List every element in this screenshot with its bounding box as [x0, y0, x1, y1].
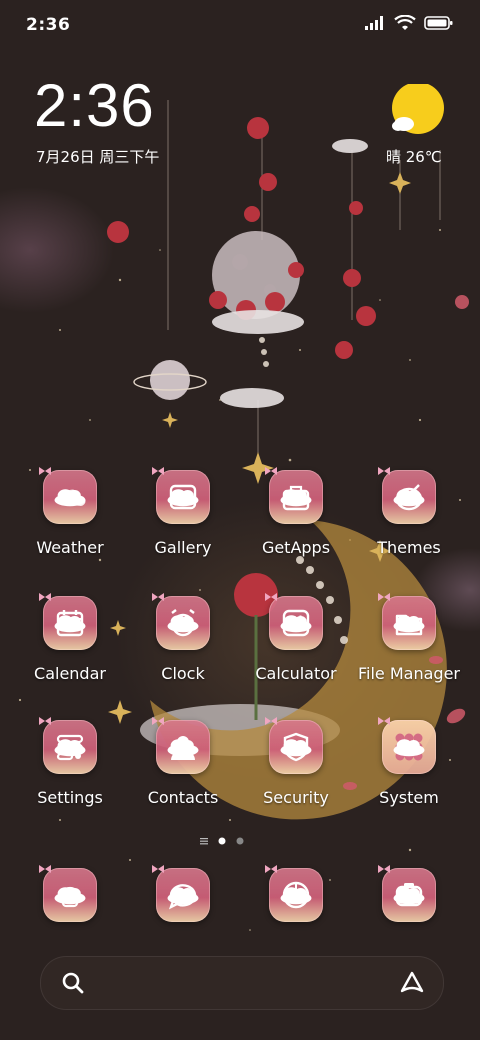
app-security[interactable]: Security: [240, 717, 352, 820]
app-file-manager[interactable]: File Manager: [353, 593, 465, 696]
status-bar: 2:36: [0, 0, 480, 50]
clock-widget-time[interactable]: 2:36: [34, 76, 155, 136]
system-app-icon[interactable]: [382, 720, 436, 774]
app-label: Settings: [37, 788, 103, 807]
cloud-decoration: [54, 739, 86, 757]
settings-app-icon[interactable]: [43, 720, 97, 774]
app-label: Gallery: [154, 538, 212, 557]
cloud-decoration: [280, 887, 312, 905]
page-indicator-menu-icon: [200, 830, 208, 849]
app-label: Weather: [36, 538, 104, 557]
bow-decoration: [265, 467, 277, 475]
getapps-app-icon[interactable]: [269, 470, 323, 524]
weather-text[interactable]: 晴 26℃: [386, 146, 442, 167]
cloud-decoration: [280, 615, 312, 633]
cloud-decoration: [393, 489, 425, 507]
dock-camera[interactable]: [353, 865, 465, 968]
cloud-decoration: [280, 489, 312, 507]
cloud-decoration: [167, 489, 199, 507]
battery-icon: [424, 16, 453, 30]
app-label: Security: [263, 788, 329, 807]
assistant-icon[interactable]: [399, 970, 425, 996]
app-contacts[interactable]: Contacts: [127, 717, 239, 820]
calendar-app-icon[interactable]: 6: [43, 596, 97, 650]
wifi-icon: [394, 15, 416, 30]
dock-app-icon[interactable]: [269, 868, 323, 922]
cloud-decoration: [393, 615, 425, 633]
bow-decoration: [152, 865, 164, 873]
bow-decoration: [39, 467, 51, 475]
status-icons: [364, 15, 454, 31]
dock-app-icon[interactable]: [382, 868, 436, 922]
bow-decoration: [152, 467, 164, 475]
cloud-decoration: [54, 489, 86, 507]
app-clock[interactable]: Clock: [127, 593, 239, 696]
app-weather[interactable]: clear·6 Weather: [14, 467, 126, 570]
cloud-decoration: [167, 887, 199, 905]
bow-decoration: [378, 593, 390, 601]
search-bar[interactable]: [40, 956, 444, 1010]
app-label: GetApps: [261, 538, 331, 557]
app-label: File Manager: [358, 664, 460, 683]
cloud-decoration: [167, 739, 199, 757]
bow-decoration: [265, 717, 277, 725]
cloud-decoration: [54, 615, 86, 633]
page-dot-active[interactable]: [218, 830, 226, 849]
dock-app-icon[interactable]: [156, 868, 210, 922]
app-getapps[interactable]: GetApps: [240, 467, 352, 570]
bow-decoration: [265, 593, 277, 601]
app-calendar[interactable]: 6 Calendar: [14, 593, 126, 696]
bow-decoration: [378, 717, 390, 725]
sun-cloud-icon[interactable]: [390, 84, 446, 134]
bow-decoration: [39, 865, 51, 873]
themes-app-icon[interactable]: [382, 470, 436, 524]
app-gallery[interactable]: Gallery: [127, 467, 239, 570]
status-time: 2:36: [26, 15, 71, 35]
dock-browser[interactable]: [240, 865, 352, 968]
search-icon[interactable]: [61, 971, 85, 995]
security-app-icon[interactable]: [269, 720, 323, 774]
app-label: Themes: [377, 538, 441, 557]
bow-decoration: [39, 593, 51, 601]
bow-decoration: [378, 467, 390, 475]
cloud-decoration: [393, 739, 425, 757]
dock-messages[interactable]: [127, 865, 239, 968]
clock-widget-date[interactable]: 7月26日 周三下午: [36, 146, 159, 167]
moon-orb: [212, 231, 300, 319]
app-settings[interactable]: Settings: [14, 717, 126, 820]
dock-phone[interactable]: [14, 865, 126, 968]
contacts-app-icon[interactable]: [156, 720, 210, 774]
cloud-decoration: [280, 739, 312, 757]
cloud-decoration: [54, 887, 86, 905]
gallery-app-icon[interactable]: [156, 470, 210, 524]
weather-app-icon[interactable]: clear·6: [43, 470, 97, 524]
app-label: Calculator: [255, 664, 337, 683]
app-label: Clock: [161, 664, 205, 683]
app-calculator[interactable]: Calculator: [240, 593, 352, 696]
planet: [150, 360, 190, 400]
bow-decoration: [378, 865, 390, 873]
bow-decoration: [152, 593, 164, 601]
bow-decoration: [152, 717, 164, 725]
app-label: Contacts: [147, 788, 219, 807]
page-indicator: [200, 830, 244, 849]
bow-decoration: [265, 865, 277, 873]
calculator-app-icon[interactable]: [269, 596, 323, 650]
file-manager-app-icon[interactable]: [382, 596, 436, 650]
bow-decoration: [39, 717, 51, 725]
cloud-decoration: [167, 615, 199, 633]
signal-icon: [365, 16, 383, 30]
page-dot[interactable]: [236, 830, 244, 849]
app-themes[interactable]: Themes: [353, 467, 465, 570]
clock-app-icon[interactable]: [156, 596, 210, 650]
dock-app-icon[interactable]: [43, 868, 97, 922]
app-label: System: [379, 788, 439, 807]
app-system[interactable]: System: [353, 717, 465, 820]
app-label: Calendar: [34, 664, 106, 683]
cloud-decoration: [393, 887, 425, 905]
